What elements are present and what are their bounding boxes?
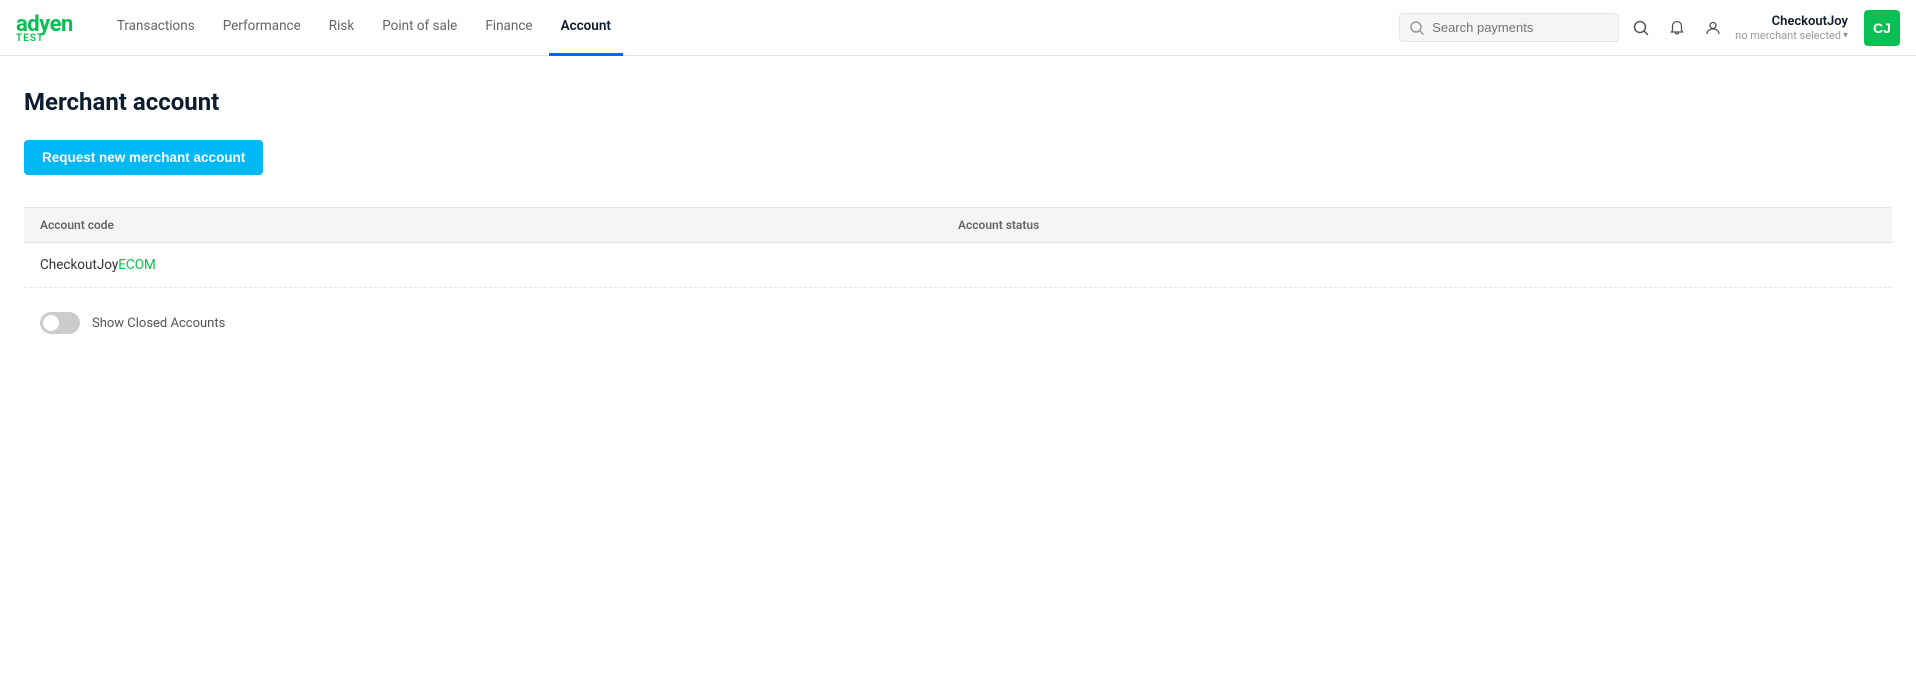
user-info[interactable]: CheckoutJoy no merchant selected ▾: [1735, 14, 1848, 42]
show-closed-toggle[interactable]: [40, 312, 80, 334]
merchant-table: Account code Account status CheckoutJoyE…: [24, 207, 1892, 288]
brand-env: TEST: [16, 33, 44, 44]
navbar: adyen TEST TransactionsPerformanceRiskPo…: [0, 0, 1916, 56]
nav-link-finance[interactable]: Finance: [473, 0, 544, 56]
person-icon: [1705, 20, 1721, 36]
page-title: Merchant account: [24, 88, 1892, 116]
table-row[interactable]: CheckoutJoyECOM: [24, 243, 1892, 288]
search-bar[interactable]: [1399, 13, 1619, 42]
show-closed-toggle-row: Show Closed Accounts: [24, 312, 1892, 334]
nav-link-risk[interactable]: Risk: [317, 0, 366, 56]
avatar-button[interactable]: CJ: [1864, 10, 1900, 46]
account-code-suffix: ECOM: [118, 257, 156, 273]
column-header-account-code: Account code: [40, 218, 958, 232]
nav-link-point-of-sale[interactable]: Point of sale: [370, 0, 469, 56]
nav-links: TransactionsPerformanceRiskPoint of sale…: [105, 0, 1399, 56]
nav-right: CheckoutJoy no merchant selected ▾ CJ: [1399, 10, 1900, 46]
user-profile-button[interactable]: [1699, 14, 1727, 42]
chevron-down-icon: ▾: [1843, 30, 1848, 41]
bell-icon: [1669, 20, 1685, 36]
search-button[interactable]: [1627, 14, 1655, 42]
request-merchant-button[interactable]: Request new merchant account: [24, 140, 263, 175]
toggle-slider: [40, 312, 80, 334]
search-input[interactable]: [1432, 20, 1608, 35]
column-header-account-status: Account status: [958, 218, 1876, 232]
nav-link-account[interactable]: Account: [549, 0, 623, 56]
logo[interactable]: adyen TEST: [16, 12, 73, 44]
search-icon-btn: [1633, 20, 1649, 36]
table-header: Account code Account status: [24, 208, 1892, 243]
account-code-prefix: CheckoutJoy: [40, 257, 118, 273]
nav-link-transactions[interactable]: Transactions: [105, 0, 207, 56]
account-code-cell: CheckoutJoyECOM: [40, 257, 958, 273]
nav-link-performance[interactable]: Performance: [211, 0, 313, 56]
page-content: Merchant account Request new merchant ac…: [0, 56, 1916, 366]
user-merchant: no merchant selected ▾: [1735, 29, 1848, 42]
search-icon: [1410, 21, 1424, 35]
show-closed-label: Show Closed Accounts: [92, 316, 225, 331]
user-name: CheckoutJoy: [1772, 14, 1848, 29]
notifications-button[interactable]: [1663, 14, 1691, 42]
